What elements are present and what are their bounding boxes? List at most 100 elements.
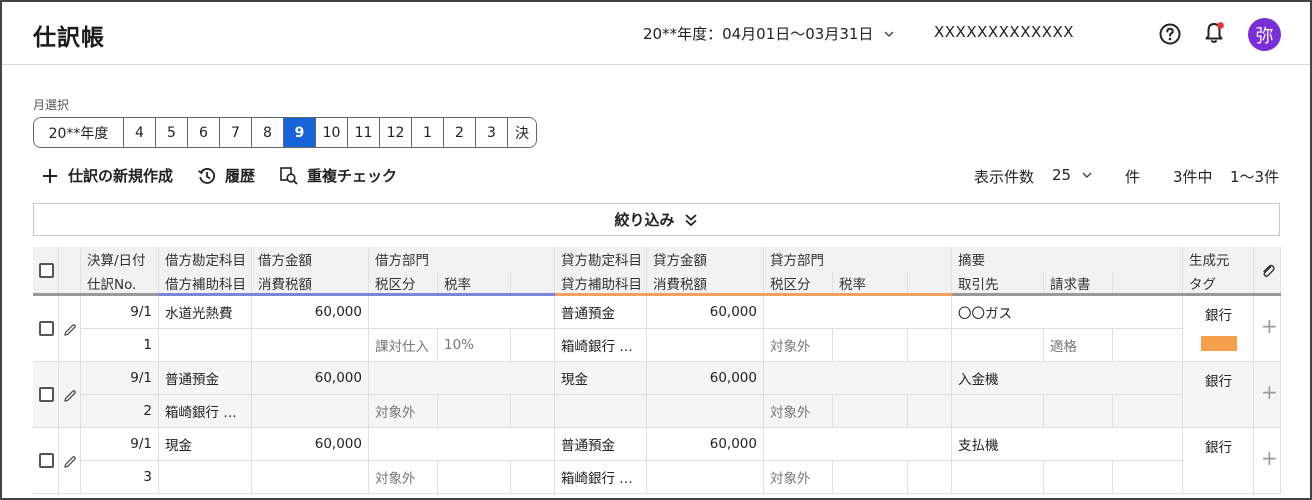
credit-sub-account[interactable]: 箱崎銀行 …	[555, 461, 647, 494]
debit-dept[interactable]	[369, 428, 555, 461]
debit-tax-class[interactable]: 対象外	[369, 395, 438, 428]
credit-tax-class[interactable]: 対象外	[764, 461, 833, 494]
credit-tax-rate-header: 税率	[833, 271, 908, 295]
debit-tax-rate[interactable]: 10%	[438, 329, 511, 362]
month-tab[interactable]: 11	[348, 118, 380, 147]
credit-tax-amount[interactable]	[647, 461, 764, 494]
duplicate-check-button[interactable]: 重複チェック	[279, 165, 397, 186]
credit-dept[interactable]	[764, 428, 952, 461]
notification-bell-icon[interactable]	[1201, 20, 1227, 46]
credit-extra	[908, 461, 952, 494]
debit-sub-account[interactable]: 箱崎銀行 …	[159, 395, 252, 428]
month-tab[interactable]: 9	[284, 118, 316, 147]
credit-tax-rate[interactable]	[833, 395, 908, 428]
filter-toggle[interactable]: 絞り込み	[33, 203, 1280, 236]
credit-amount[interactable]: 60,000	[647, 362, 764, 395]
history-button[interactable]: 履歴	[197, 165, 255, 186]
month-tab[interactable]: 2	[444, 118, 476, 147]
month-tab[interactable]: 3	[476, 118, 508, 147]
row-checkbox[interactable]	[39, 387, 54, 402]
debit-tax-amount[interactable]	[252, 329, 369, 362]
credit-sub-account[interactable]: 箱崎銀行 …	[555, 329, 647, 362]
credit-tax-class[interactable]: 対象外	[764, 329, 833, 362]
partner-header: 取引先	[952, 271, 1044, 295]
add-attachment-icon[interactable]: +	[1261, 314, 1278, 338]
credit-dept[interactable]	[764, 362, 952, 395]
month-tab[interactable]: 8	[252, 118, 284, 147]
journal-table: 決算/日付 借方勘定科目 借方金額 借方部門 貸方勘定科目 貸方金額 貸方部門 摘要 生成元 仕訳…	[33, 247, 1281, 500]
credit-tax-rate[interactable]	[833, 329, 908, 362]
pencil-icon[interactable]	[63, 388, 77, 402]
debit-tax-amount[interactable]	[252, 461, 369, 494]
debit-account[interactable]: 普通預金	[159, 362, 252, 395]
credit-account-header: 貸方勘定科目	[555, 247, 647, 271]
credit-tax-amount[interactable]	[647, 329, 764, 362]
memo[interactable]: 入金機	[952, 362, 1183, 395]
credit-tax-rate[interactable]	[833, 461, 908, 494]
month-tab[interactable]: 4	[124, 118, 156, 147]
month-tab[interactable]: 20**年度	[34, 118, 124, 147]
partner[interactable]	[952, 395, 1044, 428]
credit-account[interactable]: 普通預金	[555, 428, 647, 461]
credit-amount[interactable]: 60,000	[647, 296, 764, 329]
memo[interactable]: 支払機	[952, 428, 1183, 461]
memo[interactable]: 〇〇ガス	[952, 296, 1183, 329]
month-tab[interactable]: 10	[316, 118, 348, 147]
debit-dept[interactable]	[369, 296, 555, 329]
debit-account[interactable]: 水道光熱費	[159, 296, 252, 329]
memo-extra	[1113, 329, 1183, 362]
month-tab[interactable]: 1	[412, 118, 444, 147]
debit-tax-class[interactable]: 課対仕入	[369, 329, 438, 362]
page-range: 1〜3件	[1230, 168, 1280, 186]
month-tab[interactable]: 6	[188, 118, 220, 147]
pencil-icon[interactable]	[63, 454, 77, 468]
tag-chip[interactable]	[1201, 336, 1237, 351]
debit-amount[interactable]: 60,000	[252, 296, 369, 329]
debit-tax-amount-header: 消費税額	[252, 271, 369, 295]
credit-sub-account[interactable]	[555, 395, 647, 428]
per-page-select[interactable]: 25	[1052, 166, 1093, 184]
user-avatar[interactable]: 弥	[1248, 18, 1281, 51]
fiscal-period-selector[interactable]: 20**年度：04月01日〜03月31日	[643, 23, 895, 44]
partner[interactable]	[952, 461, 1044, 494]
credit-account[interactable]: 現金	[555, 362, 647, 395]
add-attachment-icon[interactable]: +	[1261, 446, 1278, 470]
row-checkbox[interactable]	[39, 321, 54, 336]
app-header: 仕訳帳 20**年度：04月01日〜03月31日 XXXXXXXXXXXXX 弥	[2, 2, 1310, 65]
credit-tax-amount[interactable]	[647, 395, 764, 428]
help-icon[interactable]	[1158, 22, 1182, 46]
month-tab[interactable]: 12	[380, 118, 412, 147]
debit-sub-account[interactable]	[159, 461, 252, 494]
debit-tax-rate[interactable]	[438, 461, 511, 494]
chevron-down-icon	[1082, 172, 1092, 178]
page-title: 仕訳帳	[33, 25, 105, 51]
month-tab[interactable]: 決	[508, 118, 536, 147]
memo-extra	[1113, 461, 1183, 494]
debit-extra	[511, 395, 555, 428]
credit-dept[interactable]	[764, 296, 952, 329]
debit-sub-account[interactable]	[159, 329, 252, 362]
add-attachment-icon[interactable]: +	[1261, 380, 1278, 404]
debit-amount[interactable]: 60,000	[252, 428, 369, 461]
new-journal-button[interactable]: 仕訳の新規作成	[40, 165, 173, 186]
debit-tax-class[interactable]: 対象外	[369, 461, 438, 494]
debit-amount[interactable]: 60,000	[252, 362, 369, 395]
select-all-checkbox[interactable]	[39, 263, 54, 278]
debit-tax-rate[interactable]	[438, 395, 511, 428]
debit-tax-amount[interactable]	[252, 395, 369, 428]
row-checkbox[interactable]	[39, 453, 54, 468]
total-count: 3件中	[1173, 168, 1213, 186]
debit-dept[interactable]	[369, 362, 555, 395]
company-name[interactable]: XXXXXXXXXXXXX	[934, 23, 1074, 41]
credit-amount[interactable]: 60,000	[647, 428, 764, 461]
credit-account[interactable]: 普通預金	[555, 296, 647, 329]
entry-date: 9/1	[81, 296, 159, 329]
debit-account[interactable]: 現金	[159, 428, 252, 461]
notification-dot	[1217, 22, 1224, 29]
credit-tax-class[interactable]: 対象外	[764, 395, 833, 428]
plus-icon	[43, 168, 57, 183]
pencil-icon[interactable]	[63, 322, 77, 336]
partner[interactable]	[952, 329, 1044, 362]
month-tab[interactable]: 5	[156, 118, 188, 147]
month-tab[interactable]: 7	[220, 118, 252, 147]
